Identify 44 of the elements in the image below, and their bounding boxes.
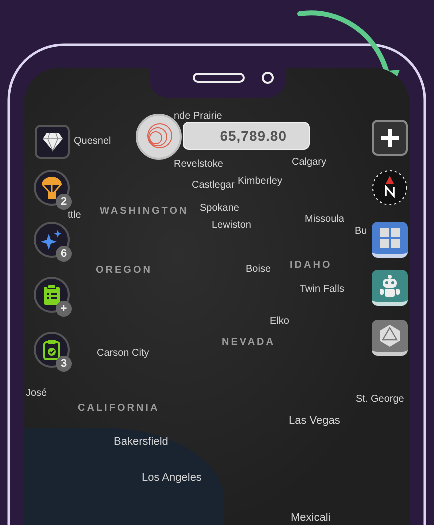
city-label: Kimberley [238,176,282,187]
state-label: OREGON [96,265,152,276]
compass-icon [372,170,408,206]
city-label: Elko [270,316,290,327]
balance-amount: 65,789.80 [220,128,287,144]
city-label: St. George [356,394,404,405]
city-label: Calgary [292,157,326,168]
robot-icon [379,274,401,298]
dice-icon [379,324,401,348]
state-label: CALIFORNIA [78,403,160,414]
city-label: Bakersfield [114,436,168,448]
city-label: Revelstoke [174,159,224,170]
city-label: Castlegar [192,180,235,191]
state-label: NEVADA [222,337,276,348]
dice-book-button[interactable] [372,320,408,356]
clipboard-check-icon [43,339,61,361]
city-label: Twin Falls [300,284,344,295]
city-label: Lewiston [212,220,252,231]
city-label: Mexicali [291,512,331,524]
city-label: Boise [246,264,272,275]
city-label: Missoula [305,214,344,225]
city-label: Carson City [97,348,150,359]
plus-icon [380,128,400,148]
speaker-slot [193,73,245,83]
add-button[interactable] [372,120,408,156]
camera-dot [262,72,274,84]
clipboard-icon [43,284,61,306]
diamond-icon [42,132,64,152]
grid-icon [379,227,401,249]
robot-book-button[interactable] [372,270,408,306]
compass-button[interactable] [372,170,408,206]
city-label: nde Prairie [174,111,222,122]
state-label: IDAHO [290,260,332,271]
city-label: Quesnel [74,136,112,147]
city-label: Spokane [200,203,240,214]
city-label: Bu [355,226,368,237]
city-label: Las Vegas [289,415,340,427]
parachute-icon [41,176,63,200]
gem-button[interactable] [35,125,70,159]
city-label: ttle [68,210,82,221]
grid-book-button[interactable] [372,222,408,258]
state-label: WASHINGTON [100,206,189,217]
city-label: José [26,388,48,399]
city-label: Los Angeles [142,472,202,484]
